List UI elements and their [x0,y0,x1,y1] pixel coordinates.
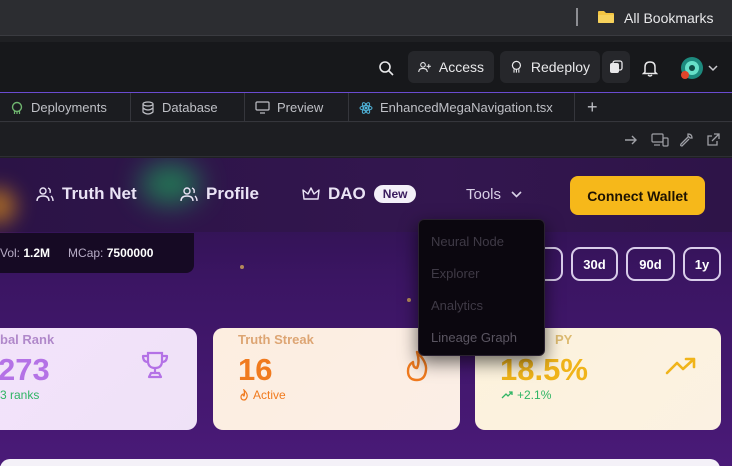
nav-label: Profile [206,184,259,203]
nav-label: Tools [466,186,502,203]
tab-database[interactable]: Database [131,93,245,122]
tab-label: EnhancedMegaNavigation.tsx [380,100,553,115]
devices-icon[interactable] [651,133,669,147]
preview-toolbar [0,123,732,157]
redeploy-icon [511,60,522,73]
card-sub: +2.1% [501,388,551,402]
tab-label: Deployments [31,100,107,115]
avatar[interactable] [680,56,704,80]
particle [240,265,244,269]
new-tab-button[interactable]: + [587,97,598,117]
market-ticker: Vol: 1.2M MCap: 7500000 [0,233,194,273]
dropdown-item-explorer[interactable]: Explorer [431,266,479,281]
redeploy-menu-button[interactable] [602,51,630,83]
range-90d-button[interactable]: 90d [626,247,675,281]
react-icon [359,101,373,114]
external-link-icon[interactable] [706,133,720,147]
add-user-icon [418,62,431,73]
database-icon [142,100,154,115]
dropdown-item-lineage-graph[interactable]: Lineage Graph [431,330,517,345]
nav-dao[interactable]: DAO New [302,184,417,204]
arrow-right-icon[interactable] [624,134,638,146]
chevron-down-icon [511,191,522,198]
folder-icon[interactable] [597,10,615,24]
bookmarks-bar: All Bookmarks [0,0,732,36]
flame-icon [240,389,248,401]
blurred-glow [0,188,16,224]
nav-tools-menu[interactable]: Tools [466,186,522,203]
tab-enhanced-mega-navigation[interactable]: EnhancedMegaNavigation.tsx [349,93,575,122]
copy-icon [610,60,623,73]
bookmarks-divider [576,8,578,26]
card-title: PY [555,332,573,347]
redeploy-button[interactable]: Redeploy [500,51,600,83]
bell-icon[interactable] [640,58,660,78]
range-30d-button[interactable]: 30d [571,247,618,281]
nav-profile[interactable]: Profile [180,184,259,204]
tab-label: Database [162,100,218,115]
particle [407,298,411,302]
connect-wallet-button[interactable]: Connect Wallet [570,176,705,215]
tools-dropdown: Neural Node Explorer Analytics Lineage G… [418,219,545,356]
users-icon [36,187,54,202]
crown-icon [302,187,320,200]
card-sub: Active [239,388,286,402]
tab-deployments[interactable]: Deployments [0,93,131,122]
nav-label: DAO [328,184,366,203]
tab-label: Preview [277,100,324,115]
trending-up-icon [501,391,513,399]
users-icon [180,187,198,202]
search-icon[interactable] [376,58,396,78]
volume-stat: Vol: 1.2M [0,246,51,260]
dropdown-item-neural-node[interactable]: Neural Node [431,234,504,249]
global-rank-card: bal Rank 273 3 ranks [0,328,197,430]
content-card [0,459,720,466]
range-1y-button[interactable]: 1y [683,247,721,281]
editor-tabs: Deployments Database Preview EnhancedMeg… [0,92,732,122]
trophy-icon [141,351,169,379]
all-bookmarks-link[interactable]: All Bookmarks [624,10,713,26]
card-value: 273 [0,352,50,387]
card-title: Truth Streak [238,332,314,347]
access-label: Access [438,59,484,75]
monitor-icon [255,101,270,114]
redeploy-label: Redeploy [530,59,590,75]
dropdown-item-analytics[interactable]: Analytics [431,298,483,313]
rocket-icon [11,101,23,114]
wrench-icon[interactable] [679,133,693,147]
chevron-down-icon[interactable] [707,62,719,74]
new-badge: New [373,185,417,203]
trending-up-icon [665,357,696,375]
tab-preview[interactable]: Preview [245,93,349,122]
card-value: 16 [238,352,273,387]
access-button[interactable]: Access [408,51,494,83]
card-sub: 3 ranks [0,388,40,402]
nav-truth-net[interactable]: Truth Net [36,184,137,204]
app-preview: Truth Net Profile DAO New Tools Connect … [0,158,732,466]
card-value: 18.5% [500,352,588,387]
card-title: bal Rank [0,332,55,347]
mcap-stat: MCap: 7500000 [68,246,154,260]
nav-label: Truth Net [62,184,137,203]
